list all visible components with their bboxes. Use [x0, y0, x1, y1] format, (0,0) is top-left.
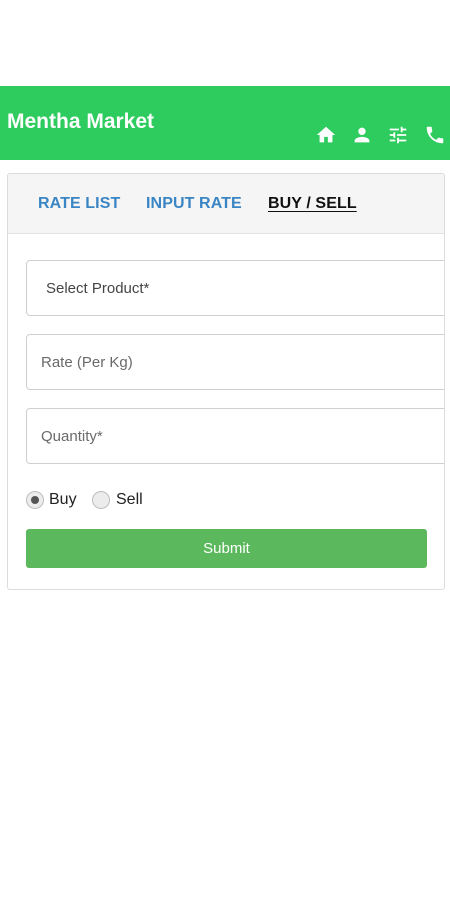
sell-radio-label[interactable]: Sell: [116, 490, 143, 510]
tab-buy-sell[interactable]: BUY / SELL: [268, 194, 357, 214]
product-select[interactable]: Select Product* ▼: [26, 260, 444, 316]
buy-radio-label[interactable]: Buy: [49, 490, 77, 510]
rate-input-placeholder: Rate (Per Kg): [41, 354, 133, 371]
person-icon[interactable]: [351, 124, 373, 146]
tab-rate-list[interactable]: RATE LIST: [38, 194, 120, 214]
phone-icon[interactable]: [424, 124, 446, 146]
quantity-input-placeholder: Quantity*: [41, 428, 103, 445]
app-header: Mentha Market: [0, 86, 450, 160]
product-select-placeholder: Select Product*: [46, 280, 150, 297]
submit-button[interactable]: Submit: [26, 529, 427, 568]
caret-down-icon: ▼: [442, 279, 444, 299]
rate-input[interactable]: Rate (Per Kg): [26, 334, 444, 390]
buy-radio[interactable]: [26, 491, 44, 509]
app-title: Mentha Market: [7, 110, 155, 133]
sell-radio[interactable]: [92, 491, 110, 509]
tab-input-rate[interactable]: INPUT RATE: [146, 194, 242, 214]
form-card: RATE LIST INPUT RATE BUY / SELL Select P…: [7, 173, 445, 590]
home-icon[interactable]: [315, 124, 337, 146]
tune-icon[interactable]: [387, 124, 409, 146]
tab-bar: RATE LIST INPUT RATE BUY / SELL: [8, 174, 444, 234]
quantity-input[interactable]: Quantity*: [26, 408, 444, 464]
